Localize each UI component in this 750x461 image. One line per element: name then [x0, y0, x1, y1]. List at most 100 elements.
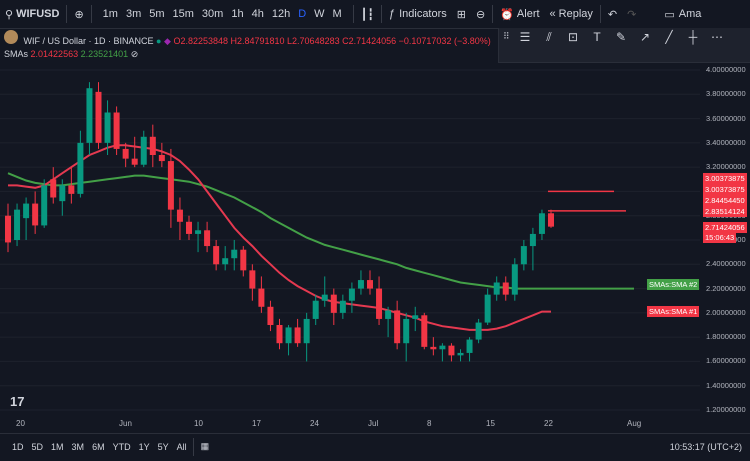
candle-body [321, 294, 328, 301]
range-ytd[interactable]: YTD [109, 442, 135, 452]
time-tick: 15 [486, 419, 495, 428]
candle-body [32, 203, 39, 226]
patterns-icon[interactable]: ⊡ [561, 30, 585, 45]
divider [492, 5, 494, 23]
crosshair-icon[interactable]: ┼ [681, 30, 705, 45]
candlestick-chart[interactable] [0, 58, 700, 418]
candle-body [276, 325, 283, 344]
interval-d[interactable]: D [294, 8, 310, 20]
candle-body [104, 112, 111, 143]
time-axis[interactable]: 20 Jun 10 17 24 Jul 8 15 22 Aug [0, 413, 700, 433]
range-1m[interactable]: 1M [47, 442, 68, 452]
redo-button[interactable]: ↷ [622, 0, 641, 28]
interval-1h[interactable]: 1h [227, 8, 247, 20]
candle-body [348, 288, 355, 301]
account-label: Ama [678, 8, 702, 20]
text-icon[interactable]: T [585, 30, 609, 45]
interval-5m[interactable]: 5m [145, 8, 168, 20]
clock[interactable]: 10:53:17 (UTC+2) [670, 442, 742, 452]
chart-type-button[interactable]: ┃┇ [356, 0, 379, 28]
candle-body [538, 213, 545, 234]
divider [66, 5, 68, 23]
candle-body [520, 246, 527, 265]
bottom-toolbar: 1D 5D 1M 3M 6M YTD 1Y 5Y All ▦ 10:53:17 (UTC+2) [0, 433, 750, 459]
trend-lines-icon[interactable]: ☰ [513, 30, 537, 45]
candle-body [502, 282, 509, 295]
symbol-logo-icon [4, 30, 18, 44]
candle-body [258, 288, 265, 307]
candle-body [158, 155, 165, 162]
price-label-4: 2.83514124 [703, 206, 747, 217]
candle-body [285, 327, 292, 344]
interval-15m[interactable]: 15m [169, 8, 198, 20]
interval-m[interactable]: M [329, 8, 346, 20]
interval-4h[interactable]: 4h [248, 8, 268, 20]
candle-body [222, 258, 229, 265]
drag-handle-icon[interactable]: ⠿ [503, 31, 510, 42]
indicators-label: Indicators [399, 8, 447, 20]
layouts-button[interactable]: ⊞ [452, 0, 471, 28]
indicators-button[interactable]: ƒ Indicators [384, 0, 452, 28]
interval-30m[interactable]: 30m [198, 8, 227, 20]
candle-body [23, 203, 30, 219]
range-6m[interactable]: 6M [88, 442, 109, 452]
candle-body [448, 345, 455, 356]
candle-body [412, 315, 419, 319]
range-5d[interactable]: 5D [28, 442, 48, 452]
undo-button[interactable]: ↶ [603, 0, 622, 28]
divider [380, 5, 382, 23]
candle-body [86, 88, 93, 143]
candle-body [421, 315, 428, 347]
interval-12h[interactable]: 12h [268, 8, 294, 20]
undo-icon: ↶ [607, 8, 618, 21]
template-icon: ⊖ [476, 8, 486, 21]
alert-label: Alert [516, 8, 540, 20]
alarm-clock-icon: ⏰ [500, 8, 514, 21]
templates-button[interactable]: ⊖ [471, 0, 490, 28]
range-all[interactable]: All [173, 442, 191, 452]
interval-1m[interactable]: 1m [99, 8, 122, 20]
candle-body [231, 249, 238, 259]
time-tick: 22 [544, 419, 553, 428]
interval-w[interactable]: W [310, 8, 328, 20]
sma-red-line [8, 144, 551, 331]
replay-button[interactable]: « Replay [545, 0, 598, 28]
price-tick: 3.20000000 [706, 162, 746, 172]
plus-circle-icon: ⊕ [74, 8, 84, 21]
alert-button[interactable]: ⏰ Alert [495, 0, 544, 28]
candle-body [403, 318, 410, 344]
range-1d[interactable]: 1D [8, 442, 28, 452]
candle-body [140, 136, 147, 165]
fib-icon[interactable]: ⫽ [537, 30, 561, 45]
status-dot-icon: ● [156, 36, 162, 46]
range-3m[interactable]: 3M [68, 442, 89, 452]
legend-title[interactable]: WIF / US Dollar · 1D · BINANCE [24, 36, 154, 46]
candle-body [548, 213, 554, 227]
divider [90, 5, 92, 23]
candle-body [385, 310, 392, 319]
add-symbol-button[interactable]: ⊕ [69, 0, 88, 28]
calendar-icon: ▦ [200, 441, 210, 451]
search-icon: ⚲ [5, 8, 14, 21]
symbol-label: WIFUSD [16, 8, 60, 20]
account-button[interactable]: ▭ Ama [659, 0, 706, 28]
brush-icon[interactable]: ✎ [609, 30, 633, 45]
goto-date-button[interactable]: ▦ [196, 433, 215, 461]
range-5y[interactable]: 5Y [154, 442, 173, 452]
candle-body [330, 294, 337, 313]
more-icon[interactable]: ⋯ [705, 30, 729, 45]
candle-body [511, 264, 518, 295]
candle-body [303, 318, 310, 344]
line-icon[interactable]: ╱ [657, 30, 681, 45]
range-1y[interactable]: 1Y [135, 442, 154, 452]
candle-body [95, 91, 102, 143]
interval-3m[interactable]: 3m [122, 8, 145, 20]
time-tick: 24 [310, 419, 319, 428]
symbol-search[interactable]: ⚲ WIFUSD [0, 0, 64, 28]
price-tick: 2.00000000 [706, 307, 746, 317]
candle-body [312, 300, 319, 319]
candles-icon: ┃┇ [360, 8, 374, 21]
candle-body [204, 230, 211, 247]
candle-body [149, 136, 156, 155]
arrow-icon[interactable]: ↗ [633, 30, 657, 45]
